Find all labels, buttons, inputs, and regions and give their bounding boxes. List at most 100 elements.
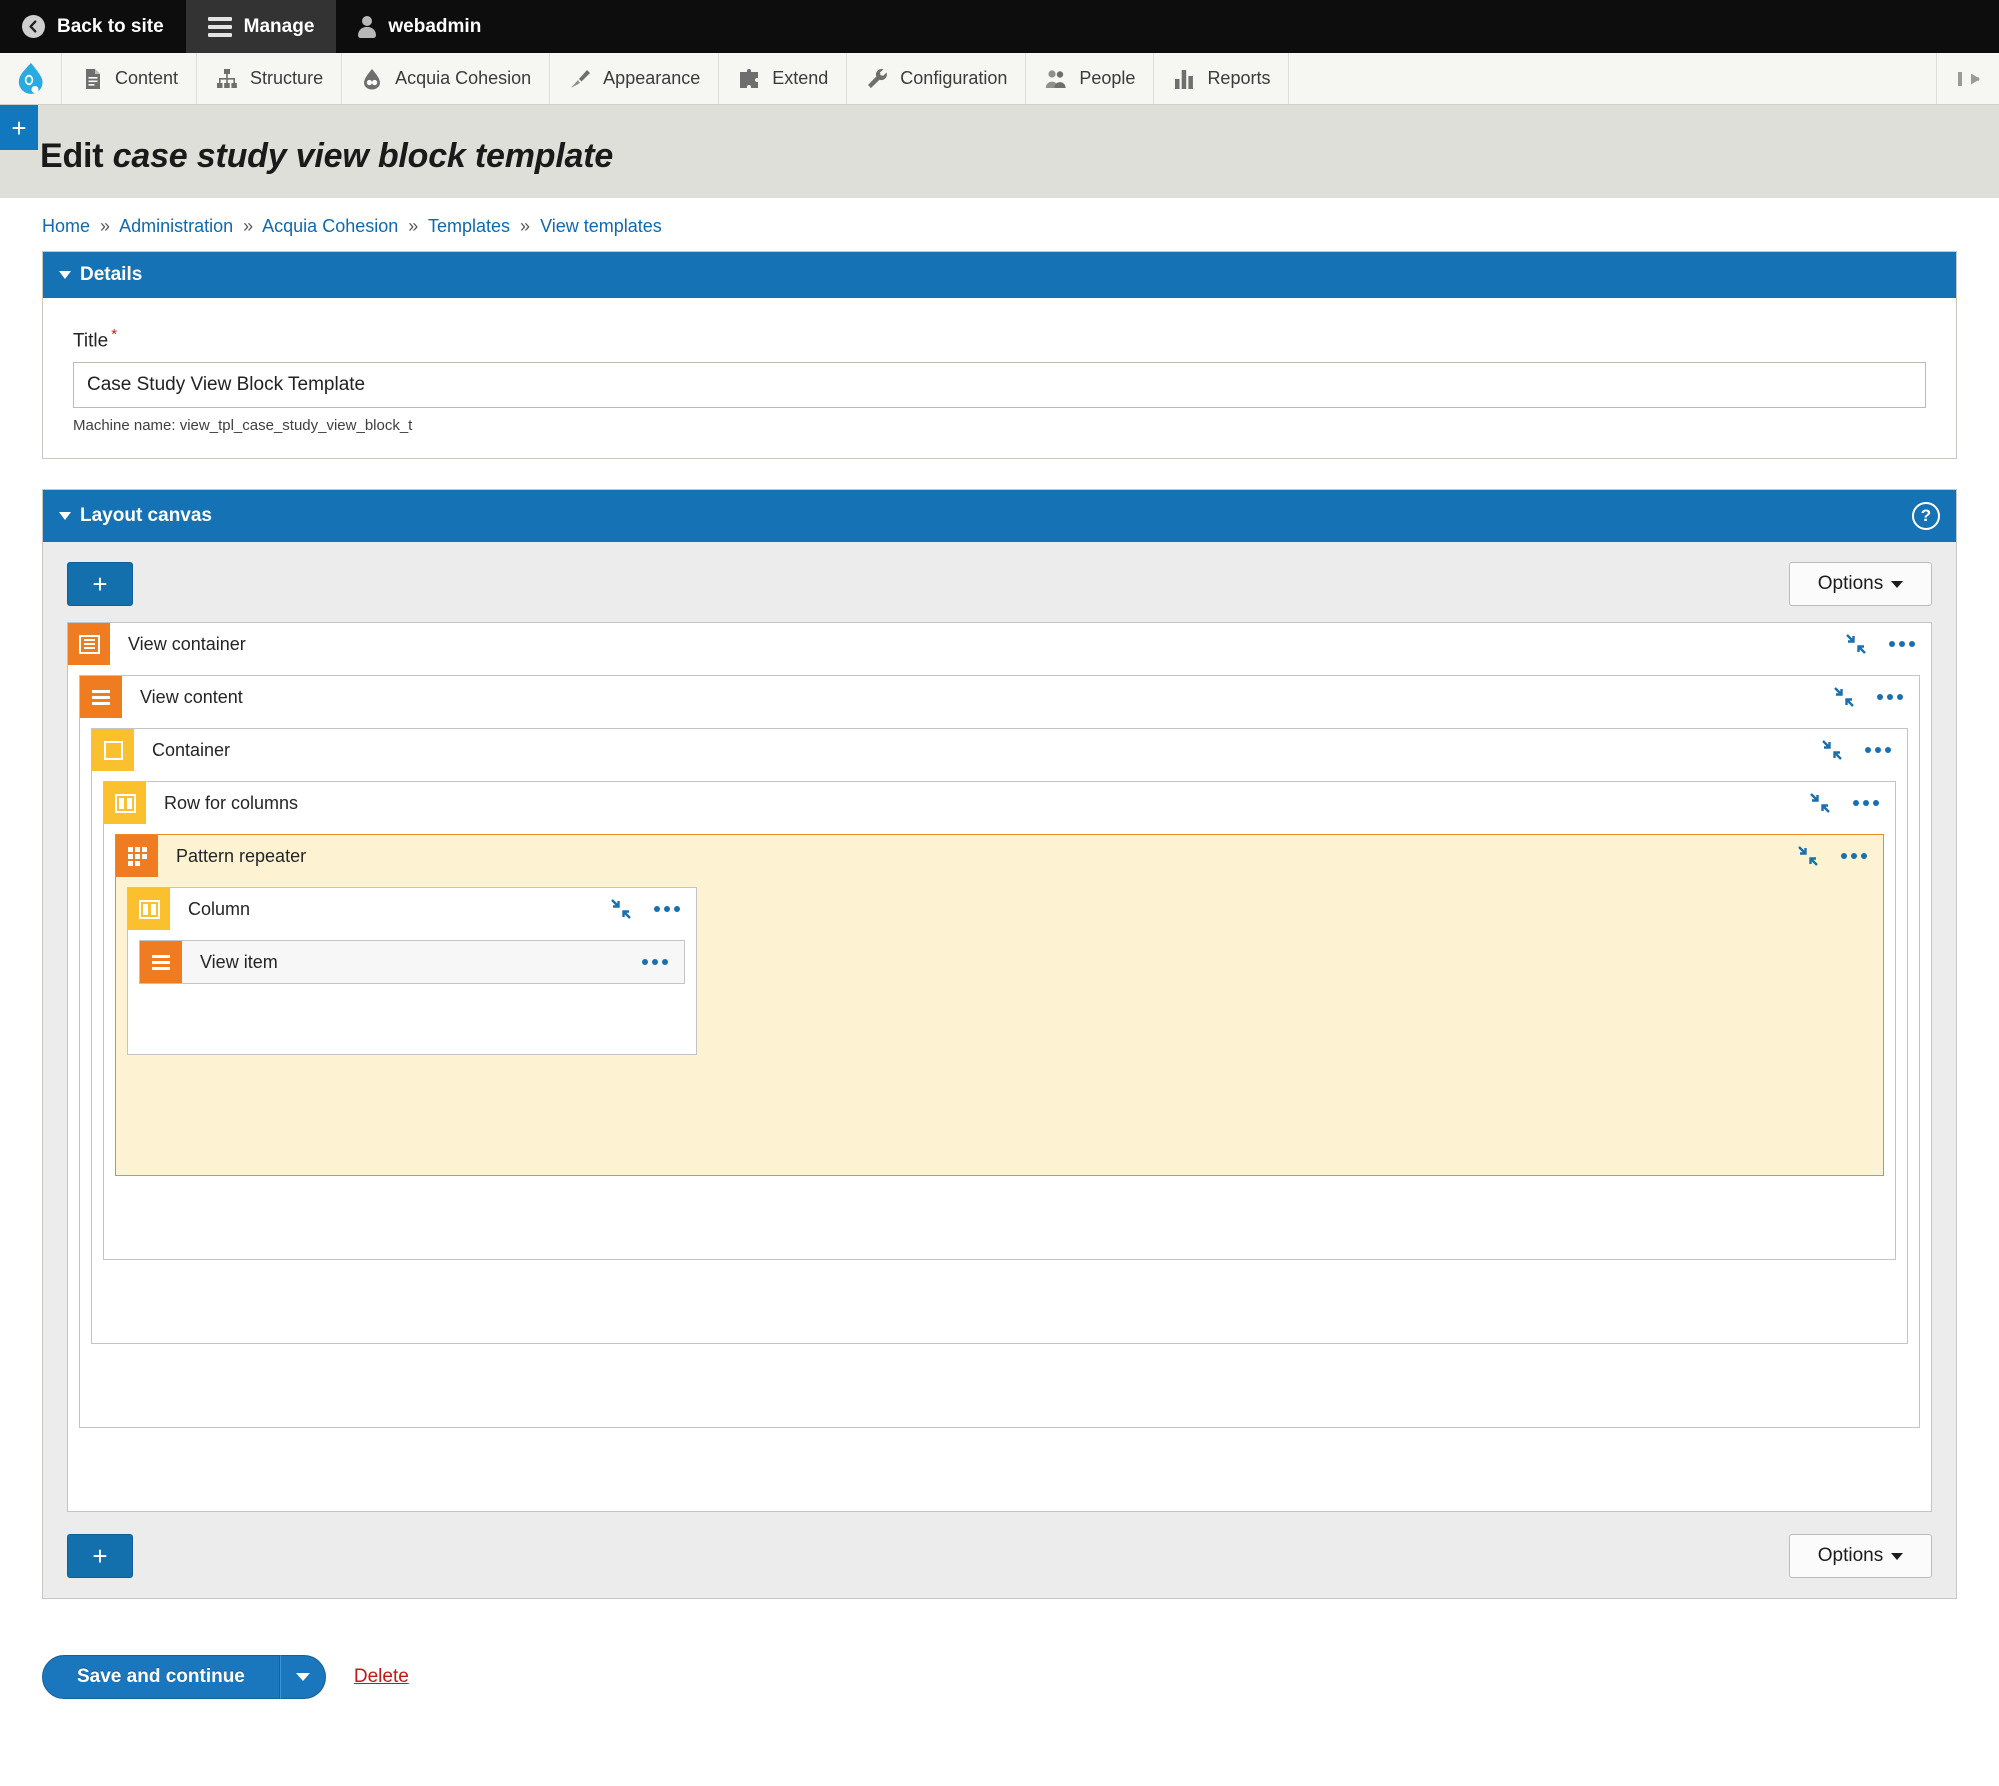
element-column-header[interactable]: Column: [128, 888, 696, 931]
admin-menu-tray: Content Structure Acquia Cohesion Appear…: [0, 53, 1999, 105]
add-element-button-top[interactable]: +: [67, 562, 133, 607]
breadcrumb-item-templates[interactable]: Templates: [428, 216, 510, 236]
element-pattern-repeater-body: Column View item: [116, 877, 1883, 1176]
ellipsis-icon[interactable]: [1841, 853, 1867, 860]
configuration-wrench-icon: [868, 68, 888, 88]
breadcrumb-separator: »: [100, 216, 111, 236]
menu-item-configuration[interactable]: Configuration: [847, 53, 1027, 104]
layout-canvas-title: Layout canvas: [80, 505, 212, 527]
breadcrumb-item-administration[interactable]: Administration: [119, 216, 233, 236]
chevron-down-icon: [1891, 580, 1904, 588]
collapse-diagonal-icon[interactable]: [1845, 633, 1867, 655]
element-column[interactable]: Column View item: [127, 887, 697, 1056]
collapse-diagonal-icon[interactable]: [1821, 739, 1843, 761]
back-to-site-button[interactable]: Back to site: [0, 0, 186, 53]
element-view-item-header[interactable]: View item: [140, 941, 684, 984]
container-drop-zone[interactable]: [103, 1260, 1896, 1332]
collapse-diagonal-icon[interactable]: [1833, 686, 1855, 708]
element-container[interactable]: Container Row for columns Pattern repeat…: [91, 728, 1908, 1345]
element-container-tile: [92, 729, 134, 772]
element-row-for-columns-actions: [1809, 782, 1895, 824]
element-view-container-tile: [68, 623, 110, 666]
required-marker: *: [111, 326, 118, 343]
element-view-container-body: View content Container Row for columns P…: [68, 665, 1931, 1511]
menu-item-extend-label: Extend: [772, 68, 829, 88]
element-row-for-columns-header[interactable]: Row for columns: [104, 782, 1895, 825]
element-view-item[interactable]: View item: [139, 940, 685, 985]
menu-item-content-label: Content: [115, 68, 179, 88]
view-content-icon: [80, 676, 122, 719]
reports-bar-chart-icon: [1175, 69, 1194, 89]
back-to-site-label: Back to site: [57, 15, 164, 37]
chevron-down-icon: [295, 1673, 310, 1682]
ellipsis-icon[interactable]: [1877, 694, 1903, 701]
element-container-label: Container: [152, 739, 231, 760]
breadcrumb-item-acquia-cohesion[interactable]: Acquia Cohesion: [262, 216, 398, 236]
element-view-content-actions: [1833, 676, 1919, 718]
breadcrumb-separator: »: [243, 216, 254, 236]
layout-canvas-header[interactable]: Layout canvas ?: [43, 490, 1956, 543]
element-view-content-header[interactable]: View content: [80, 676, 1919, 719]
ellipsis-icon[interactable]: [1889, 641, 1915, 648]
manage-tab[interactable]: Manage: [185, 0, 337, 53]
content-page-icon: [86, 68, 100, 89]
menu-item-acquia-cohesion-label: Acquia Cohesion: [395, 68, 532, 88]
canvas-bottom-bar: + Options: [67, 1512, 1932, 1579]
delete-link[interactable]: Delete: [354, 1666, 409, 1688]
form-actions: Save and continue Delete: [0, 1631, 1999, 1739]
details-panel-body: Title* Machine name: view_tpl_case_study…: [43, 298, 1956, 458]
element-view-content[interactable]: View content Container Row for columns P…: [79, 675, 1920, 1429]
row-columns-icon: [104, 782, 146, 825]
options-button-top[interactable]: Options: [1789, 562, 1932, 607]
save-split-button: Save and continue: [42, 1655, 326, 1700]
breadcrumb-item-home[interactable]: Home: [42, 216, 90, 236]
chevron-down-icon: [1891, 1552, 1904, 1560]
collapse-diagonal-icon[interactable]: [1809, 792, 1831, 814]
collapse-diagonal-icon[interactable]: [610, 898, 632, 920]
menu-item-structure[interactable]: Structure: [197, 53, 343, 104]
chevron-down-icon: [59, 271, 71, 279]
ellipsis-icon[interactable]: [1865, 747, 1891, 754]
collapse-diagonal-icon[interactable]: [1797, 845, 1819, 867]
element-view-container-header[interactable]: View container: [68, 623, 1931, 666]
view-container-drop-zone[interactable]: [79, 1428, 1920, 1500]
ellipsis-icon[interactable]: [642, 959, 668, 966]
element-pattern-repeater-header[interactable]: Pattern repeater: [116, 835, 1883, 878]
breadcrumb-item-view-templates[interactable]: View templates: [540, 216, 662, 236]
drupal-drop-icon[interactable]: [0, 53, 62, 104]
element-container-body: Row for columns Pattern repeater Column …: [92, 771, 1907, 1343]
collapse-tray-icon[interactable]: [1937, 53, 1999, 104]
menu-item-content[interactable]: Content: [62, 53, 198, 104]
element-row-for-columns[interactable]: Row for columns Pattern repeater Column …: [103, 781, 1896, 1261]
ellipsis-icon[interactable]: [1853, 800, 1879, 807]
menu-item-appearance-label: Appearance: [603, 68, 701, 88]
back-arrow-icon: [22, 15, 45, 38]
view-content-drop-zone[interactable]: [91, 1344, 1908, 1416]
breadcrumb-separator: »: [408, 216, 419, 236]
title-input[interactable]: [73, 362, 1926, 409]
help-icon[interactable]: ?: [1912, 502, 1940, 531]
element-view-content-body: Container Row for columns Pattern repeat…: [80, 718, 1919, 1427]
element-view-container[interactable]: View container View content Container Ro…: [67, 622, 1932, 1513]
appearance-brush-icon: [571, 69, 591, 88]
element-view-item-actions: [642, 941, 684, 983]
menu-item-acquia-cohesion[interactable]: Acquia Cohesion: [342, 53, 551, 104]
row-for-columns-drop-zone[interactable]: [115, 1176, 1884, 1248]
menu-item-appearance[interactable]: Appearance: [550, 53, 720, 104]
details-panel-header[interactable]: Details: [43, 252, 1956, 298]
view-item-icon: [140, 941, 182, 984]
save-dropdown-toggle[interactable]: [279, 1655, 326, 1700]
menu-item-people[interactable]: People: [1026, 53, 1155, 104]
save-and-continue-button[interactable]: Save and continue: [42, 1655, 280, 1700]
add-element-button-bottom[interactable]: +: [67, 1534, 133, 1579]
user-account-button[interactable]: webadmin: [336, 0, 503, 53]
menu-item-reports[interactable]: Reports: [1154, 53, 1290, 104]
ellipsis-icon[interactable]: [654, 906, 680, 913]
add-shortcut-button[interactable]: +: [0, 105, 38, 150]
element-column-label: Column: [188, 898, 251, 919]
menu-item-extend[interactable]: Extend: [719, 53, 848, 104]
element-pattern-repeater[interactable]: Pattern repeater Column View item: [115, 834, 1884, 1177]
admin-toolbar: Back to site Manage webadmin: [0, 0, 1999, 53]
element-container-header[interactable]: Container: [92, 729, 1907, 772]
options-button-bottom[interactable]: Options: [1789, 1534, 1932, 1579]
